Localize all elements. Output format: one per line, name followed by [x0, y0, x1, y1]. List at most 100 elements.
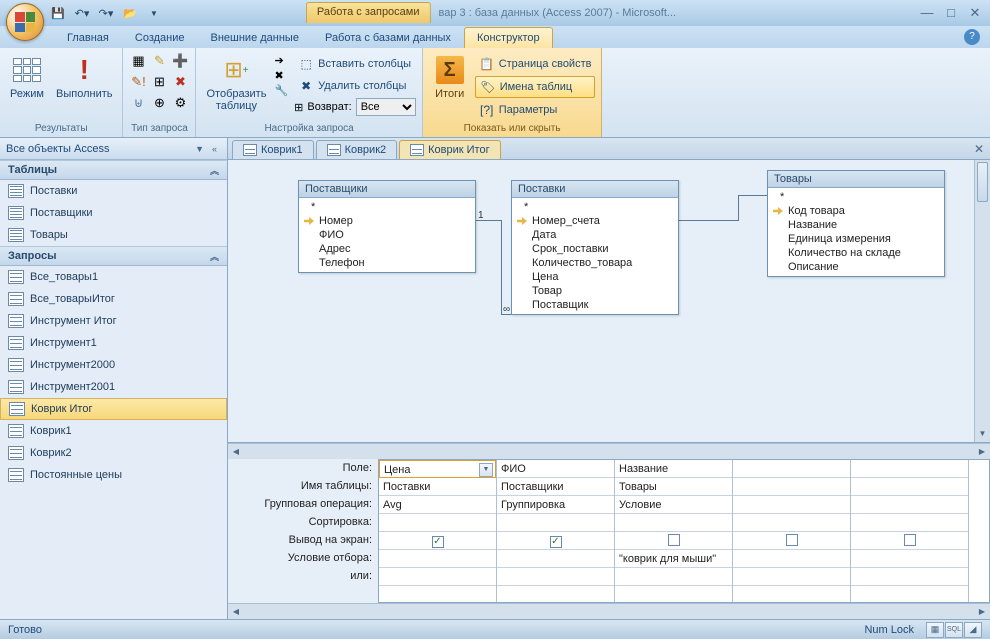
builder-icon[interactable]: 🔧	[274, 84, 288, 97]
field-item[interactable]: Единица измерения	[772, 232, 940, 246]
criteria-cell[interactable]	[851, 550, 968, 568]
field-item[interactable]: Дата	[516, 228, 674, 242]
field-cell[interactable]	[733, 460, 850, 478]
scroll-left-icon[interactable]: ◀	[228, 607, 244, 616]
insert-rows-icon[interactable]: ➔	[274, 54, 288, 67]
nav-query-item[interactable]: Инструмент2001	[0, 376, 227, 398]
field-cell[interactable]: ФИО	[497, 460, 614, 478]
show-cell[interactable]	[615, 532, 732, 550]
field-cell[interactable]: Цена▼	[379, 460, 496, 478]
field-cell[interactable]: Название	[615, 460, 732, 478]
table-cell[interactable]: Поставки	[379, 478, 496, 496]
nav-title[interactable]: Все объекты Access	[6, 143, 109, 155]
minimize-button[interactable]: —	[918, 5, 936, 21]
show-cell[interactable]: ✓	[379, 532, 496, 550]
field-item[interactable]: Описание	[772, 260, 940, 274]
nav-table-item[interactable]: Поставки	[0, 180, 227, 202]
tab-create[interactable]: Создание	[122, 27, 198, 48]
table-names-button[interactable]: 🏷Имена таблиц	[475, 76, 596, 98]
make-table-icon[interactable]: ✎	[150, 52, 168, 70]
table-box-deliveries[interactable]: Поставки * Номер_счета ДатаСрок_поставки…	[511, 180, 679, 315]
grid-column[interactable]: Цена▼ПоставкиAvg ✓	[379, 460, 497, 602]
document-tab[interactable]: Коврик Итог	[399, 140, 500, 159]
table-cell[interactable]: Товары	[615, 478, 732, 496]
scroll-thumb[interactable]	[977, 162, 988, 202]
query-grid[interactable]: Поле: Имя таблицы: Групповая операция: С…	[228, 459, 990, 603]
or-cell[interactable]	[851, 568, 968, 586]
sort-cell[interactable]	[379, 514, 496, 532]
datadef-icon[interactable]: ⚙	[171, 94, 189, 112]
help-button[interactable]: ?	[964, 29, 980, 45]
field-item[interactable]: Товар	[516, 284, 674, 298]
totals-button[interactable]: Σ Итоги	[429, 52, 471, 102]
grid-column[interactable]	[733, 460, 851, 602]
or-cell[interactable]	[379, 568, 496, 586]
or-cell[interactable]	[615, 568, 732, 586]
union-icon[interactable]: ⊎	[129, 94, 147, 112]
field-item[interactable]: Количество_товара	[516, 256, 674, 270]
qat-more-icon[interactable]: ▼	[144, 3, 164, 23]
horizontal-scrollbar-lower[interactable]: ◀ ▶	[228, 603, 990, 619]
open-icon[interactable]: 📂	[120, 3, 140, 23]
sort-cell[interactable]	[851, 514, 968, 532]
document-tab[interactable]: Коврик2	[316, 140, 398, 159]
view-datasheet-icon[interactable]: ▦	[926, 622, 944, 638]
criteria-cell[interactable]	[497, 550, 614, 568]
chevron-up-icon[interactable]: ︽	[210, 250, 219, 263]
crosstab-icon[interactable]: ⊞	[150, 73, 168, 91]
or-cell[interactable]	[733, 568, 850, 586]
criteria-cell[interactable]	[733, 550, 850, 568]
vertical-scrollbar[interactable]: ▲ ▼	[974, 160, 990, 442]
save-icon[interactable]: 💾	[48, 3, 68, 23]
checkbox[interactable]: ✓	[550, 536, 562, 548]
show-cell[interactable]	[733, 532, 850, 550]
sort-cell[interactable]	[615, 514, 732, 532]
sort-cell[interactable]	[497, 514, 614, 532]
tab-external[interactable]: Внешние данные	[198, 27, 312, 48]
nav-query-item[interactable]: Коврик2	[0, 442, 227, 464]
nav-group-queries[interactable]: Запросы︽	[0, 246, 227, 266]
tab-home[interactable]: Главная	[54, 27, 122, 48]
delete-rows-icon[interactable]: ✖	[274, 69, 288, 82]
field-item[interactable]: ФИО	[303, 228, 471, 242]
table-box-goods[interactable]: Товары * Код товара НазваниеЕдиница изме…	[767, 170, 945, 277]
nav-table-item[interactable]: Товары	[0, 224, 227, 246]
table-cell[interactable]	[733, 478, 850, 496]
total-cell[interactable]	[733, 496, 850, 514]
restore-button[interactable]: □	[942, 5, 960, 21]
checkbox[interactable]: ✓	[432, 536, 444, 548]
field-item[interactable]: Название	[772, 218, 940, 232]
table-cell[interactable]	[851, 478, 968, 496]
scroll-left-icon[interactable]: ◀	[228, 447, 244, 456]
field-item[interactable]: Адрес	[303, 242, 471, 256]
delete-columns-button[interactable]: ✖Удалить столбцы	[294, 76, 416, 96]
parameters-button[interactable]: [?]Параметры	[475, 100, 596, 120]
office-button[interactable]	[6, 3, 44, 41]
tab-dbtools[interactable]: Работа с базами данных	[312, 27, 464, 48]
nav-query-item[interactable]: Инструмент2000	[0, 354, 227, 376]
field-item[interactable]: Количество на складе	[772, 246, 940, 260]
nav-table-item[interactable]: Поставщики	[0, 202, 227, 224]
field-item[interactable]: Поставщик	[516, 298, 674, 312]
append-icon[interactable]: ➕	[171, 52, 189, 70]
checkbox[interactable]	[786, 534, 798, 546]
grid-column[interactable]: ФИОПоставщикиГруппировка ✓	[497, 460, 615, 602]
total-cell[interactable]: Группировка	[497, 496, 614, 514]
close-tab-icon[interactable]: ✕	[974, 142, 984, 156]
document-tab[interactable]: Коврик1	[232, 140, 314, 159]
field-cell[interactable]	[851, 460, 968, 478]
total-cell[interactable]	[851, 496, 968, 514]
tab-design[interactable]: Конструктор	[464, 27, 553, 48]
sort-cell[interactable]	[733, 514, 850, 532]
view-button[interactable]: Режим	[6, 52, 48, 102]
property-sheet-button[interactable]: 📋Страница свойств	[475, 54, 596, 74]
table-cell[interactable]: Поставщики	[497, 478, 614, 496]
nav-query-item[interactable]: Коврик1	[0, 420, 227, 442]
dropdown-icon[interactable]: ▼	[479, 463, 493, 477]
total-cell[interactable]: Avg	[379, 496, 496, 514]
show-table-button[interactable]: ⊞+ Отобразить таблицу	[202, 52, 270, 114]
redo-icon[interactable]: ↷▾	[96, 3, 116, 23]
show-cell[interactable]	[851, 532, 968, 550]
delete-query-icon[interactable]: ✖	[171, 73, 189, 91]
return-select[interactable]: Все	[356, 98, 416, 116]
